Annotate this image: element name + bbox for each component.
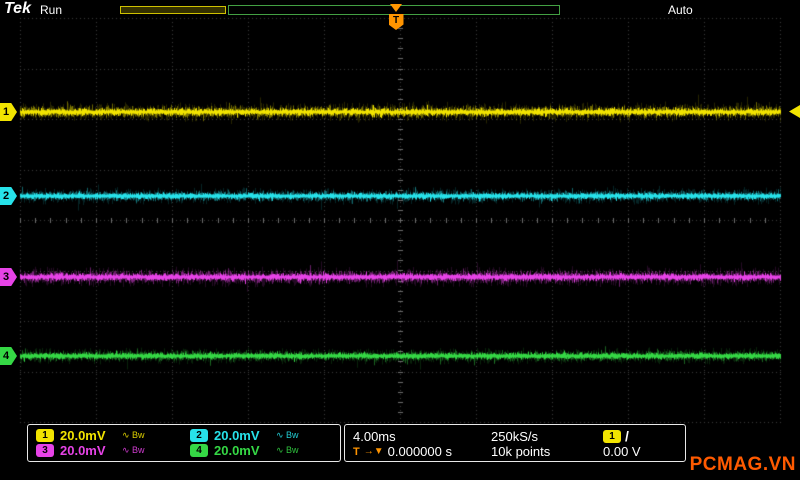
sample-rate: 250kS/s [491,428,538,444]
channel-4-readout[interactable]: 4 20.0mV ∿ Bw [190,443,332,458]
trigger-position-arrow-icon [390,4,402,12]
sample-rate-readout: 250kS/s [491,428,603,444]
trigger-position-value: 0.000000 s [387,444,452,459]
channel-2-badge: 2 [190,429,208,442]
channel-2-scale: 20.0mV [214,428,260,443]
pcmag-watermark: PCMAG.VN [689,454,796,475]
record-length-readout: 10k points [491,444,603,459]
channel-3-readout[interactable]: 3 20.0mV ∿ Bw [36,443,178,458]
coupling-bandwidth-icon: ∿ Bw [122,445,145,455]
channel-3-scale: 20.0mV [60,443,106,458]
trigger-position-readout[interactable]: T →▼ 0.000000 s [353,444,491,459]
timebase-readout[interactable]: 4.00ms [353,428,491,444]
trigger-position-marker[interactable]: T [388,4,404,30]
channel-2-readout[interactable]: 2 20.0mV ∿ Bw [190,428,332,443]
horizontal-trigger-readouts-box: 4.00ms 250kS/s 1 / T →▼ 0.000000 s 10k p… [344,424,686,462]
trigger-arrow-icon: →▼ [363,446,384,457]
channel-4-scale: 20.0mV [214,443,260,458]
channel-readouts-box: 1 20.0mV ∿ Bw 2 20.0mV ∿ Bw 3 20.0mV ∿ B… [27,424,341,462]
channel-4-badge: 4 [190,444,208,457]
trigger-level-readout[interactable]: 0.00 V [603,444,677,459]
channel-2-marker-label: 2 [3,190,10,202]
trigger-marker-icon: T [353,445,360,458]
channel-1-readout[interactable]: 1 20.0mV ∿ Bw [36,428,178,443]
acquisition-status: Run [40,3,63,17]
channel-3-badge: 3 [36,444,54,457]
coupling-bandwidth-icon: ∿ Bw [276,430,299,440]
tek-logo: Tek [4,0,31,17]
record-length: 10k points [491,444,551,459]
trigger-flag-icon: T [388,14,404,30]
channel-3-marker-label: 3 [3,271,10,283]
trigger-mode-indicator: Auto [668,3,693,17]
trigger-source-badge: 1 [603,429,621,443]
trigger-level-value: 0.00 V [603,444,641,459]
coupling-bandwidth-icon: ∿ Bw [122,430,145,440]
trigger-source-readout[interactable]: 1 / [603,428,677,444]
channel-4-marker-label: 4 [3,350,10,362]
trigger-slope-icon: / [625,428,629,444]
coupling-bandwidth-icon: ∿ Bw [276,445,299,455]
channel-1-marker-label: 1 [3,106,10,118]
waveform-display [0,0,800,480]
channel-1-badge: 1 [36,429,54,442]
channel-1-scale: 20.0mV [60,428,106,443]
record-view-segment [120,6,226,14]
time-per-div: 4.00ms [353,428,396,444]
